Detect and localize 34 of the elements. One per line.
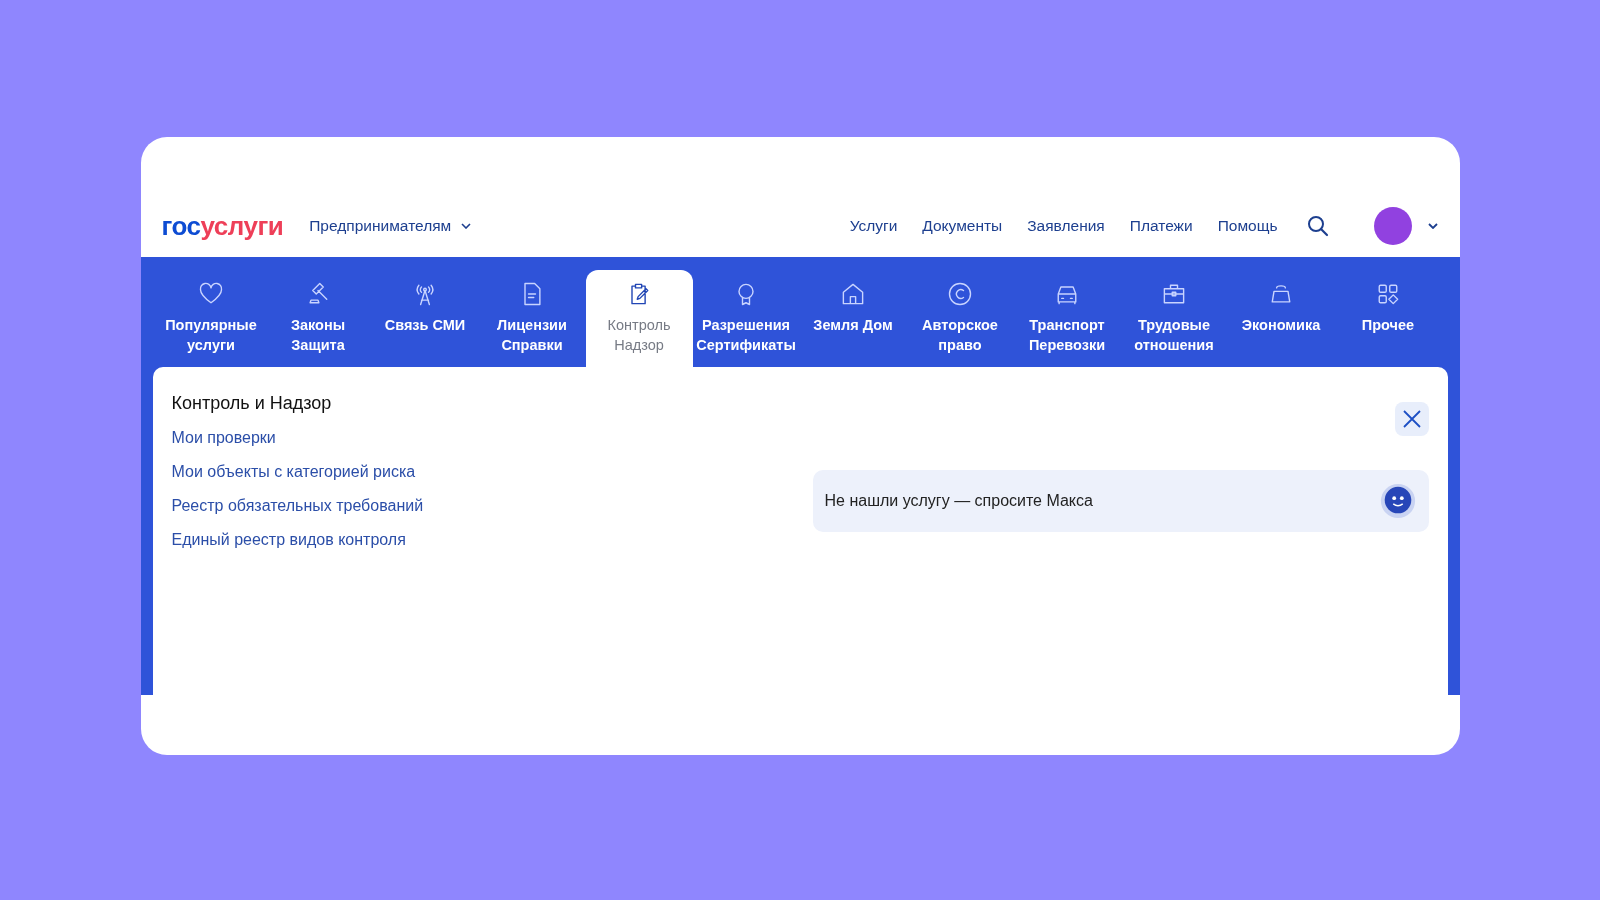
logo[interactable]: госуслуги — [161, 210, 284, 242]
assistant-prompt-text: Не нашли услугу — спросите Макса — [824, 492, 1093, 510]
category-tab[interactable]: Экономика — [1227, 270, 1335, 367]
search-icon[interactable] — [1305, 214, 1330, 238]
service-link[interactable]: Мои объекты с категорией риска — [171, 462, 416, 482]
nav-link[interactable]: Документы — [922, 217, 1003, 235]
robot-avatar-icon — [1378, 482, 1417, 520]
nav-link[interactable]: Заявления — [1027, 217, 1105, 235]
category-tab[interactable]: Разрешения Сертификаты — [692, 270, 800, 367]
chevron-icon — [461, 223, 472, 229]
service-link[interactable]: Реестр обязательных требований — [171, 496, 424, 516]
nav-link[interactable]: Платежи — [1129, 217, 1193, 235]
category-tab[interactable]: Законы Защита — [264, 270, 372, 367]
category-tab[interactable]: Транспорт Перевозки — [1013, 270, 1121, 367]
category-tab[interactable]: Прочее — [1334, 270, 1442, 367]
close-icon — [1401, 409, 1422, 429]
category-tab[interactable]: Контроль Надзор — [585, 270, 693, 367]
assistant-prompt[interactable]: Не нашли услугу — спросите Макса — [812, 470, 1429, 532]
close-button[interactable] — [1394, 402, 1429, 436]
category-tab[interactable]: Трудовые отношения — [1120, 270, 1228, 367]
avatar[interactable] — [1373, 207, 1412, 245]
category-tab[interactable]: Земля Дом — [799, 270, 907, 367]
category-tab[interactable]: Популярные услуги — [157, 270, 265, 367]
chevron-icon[interactable] — [1427, 223, 1438, 229]
category-tab[interactable]: Связь СМИ — [371, 270, 479, 367]
nav-link[interactable]: Услуги — [849, 217, 898, 235]
service-link[interactable]: Единый реестр видов контроля — [171, 530, 406, 550]
service-link[interactable]: Мои проверки — [171, 428, 276, 448]
audience-dropdown[interactable]: Предпринимателям — [309, 217, 472, 235]
category-tab[interactable]: Авторское право — [906, 270, 1014, 367]
copyright-icon — [946, 280, 974, 308]
panel-title: Контроль и Надзор — [171, 393, 332, 414]
category-tab[interactable]: Лицензии Справки — [478, 270, 586, 367]
nav-link[interactable]: Помощь — [1217, 217, 1278, 235]
